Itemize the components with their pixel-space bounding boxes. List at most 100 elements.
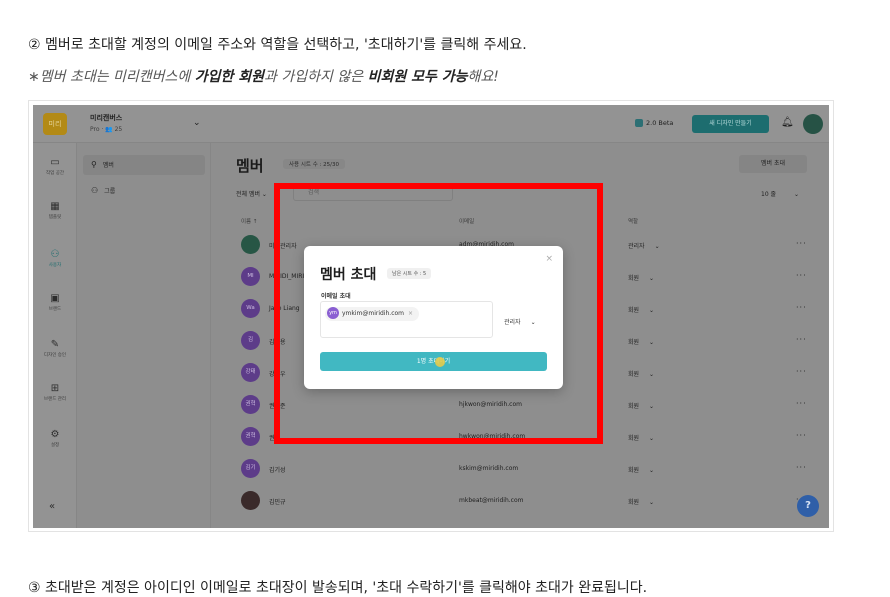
- chevron-down-icon: ⌄: [649, 403, 655, 410]
- rail-label: 브랜드 관리: [43, 397, 67, 402]
- more-icon[interactable]: ···: [796, 335, 807, 344]
- rail-item-brand-manage[interactable]: ⊞ 브랜드 관리: [33, 383, 77, 402]
- rail-label: 작업 공간: [46, 171, 64, 176]
- role-select[interactable]: 회원 ⌄: [628, 369, 654, 378]
- app-window: 미리 미리캔버스 Pro · 👥 25 ⌄ 2.0 Beta 새 디자인 만들기…: [33, 105, 829, 528]
- chevron-down-icon: ⌄: [261, 191, 267, 198]
- more-icon[interactable]: ···: [796, 431, 807, 440]
- rail-item-templates[interactable]: ▦ 템플릿: [33, 201, 77, 220]
- brand-icon: ▣: [50, 293, 60, 304]
- left-rail: ▭ 작업 공간 ▦ 템플릿 ⚇ 사용자 ▣ 브랜드 ✎ 디자인 승인 ⊞ 브랜드 관리 ⚙ 설…: [33, 143, 77, 528]
- role-value: 회원: [628, 339, 640, 346]
- rail-item-workspace[interactable]: ▭ 작업 공간: [33, 157, 77, 176]
- avatar: 권혁: [241, 395, 260, 414]
- chevron-down-icon[interactable]: ⌄: [193, 118, 201, 128]
- role-select[interactable]: 회원 ⌄: [628, 337, 654, 346]
- brand-manage-icon: ⊞: [50, 383, 60, 394]
- invite-member-button[interactable]: 멤버 초대: [739, 155, 807, 173]
- collapse-icon[interactable]: «: [49, 501, 55, 512]
- beta-toggle[interactable]: 2.0 Beta: [635, 119, 673, 127]
- workspace-logo[interactable]: 미리: [43, 113, 67, 135]
- gear-icon: ⚙: [50, 429, 60, 440]
- subnav-item-groups[interactable]: ⚇ 그룹: [83, 181, 205, 201]
- chevron-down-icon: ⌄: [793, 191, 800, 198]
- rail-item-users[interactable]: ⚇ 사용자: [33, 249, 77, 268]
- chevron-down-icon: ⌄: [649, 435, 655, 442]
- rail-item-brand[interactable]: ▣ 브랜드: [33, 293, 77, 312]
- avatar[interactable]: [803, 114, 823, 134]
- avatar: [241, 491, 260, 510]
- chevron-down-icon: ⌄: [649, 499, 655, 506]
- group-icon: ⚇: [91, 186, 99, 195]
- member-filter-select[interactable]: 전체 멤버 ⌄: [236, 189, 267, 198]
- more-icon[interactable]: ···: [796, 367, 807, 376]
- note-bold-members: 가입한 회원: [194, 69, 265, 85]
- rail-label: 템플릿: [48, 215, 62, 220]
- role-select[interactable]: 회원 ⌄: [628, 273, 654, 282]
- role-select[interactable]: 회원 ⌄: [628, 433, 654, 442]
- role-select[interactable]: 관리자 ⌄: [628, 241, 660, 250]
- role-value: 회원: [628, 499, 640, 506]
- subnav-label: 멤버: [102, 162, 114, 169]
- avatar: Wa: [241, 299, 260, 318]
- rail-label: 사용자: [48, 263, 62, 268]
- rail-label: 브랜드: [48, 307, 62, 312]
- role-select[interactable]: 회원 ⌄: [628, 401, 654, 410]
- rows-per-page-select[interactable]: 10 줄 ⌄: [761, 189, 799, 198]
- subnav-label: 그룹: [104, 188, 116, 195]
- avatar: 권혁: [241, 427, 260, 446]
- note-text: 과 가입하지 않은: [264, 69, 368, 85]
- role-value: 회원: [628, 371, 640, 378]
- workspace-name[interactable]: 미리캔버스: [90, 113, 122, 123]
- per-page-label: 10 줄: [761, 191, 777, 198]
- seat-badge: 사용 시트 수 : 25/30: [283, 159, 345, 169]
- note-bold-all: 비회원 모두 가능: [367, 69, 468, 85]
- member-email: kskim@miridih.com: [459, 465, 519, 472]
- bell-icon[interactable]: 🔔︎: [781, 117, 794, 128]
- workspace-plan: Pro · 👥 25: [90, 126, 123, 133]
- rail-item-approval[interactable]: ✎ 디자인 승인: [33, 339, 77, 358]
- help-button[interactable]: ?: [797, 495, 819, 517]
- rail-label: 설정: [50, 443, 60, 448]
- workspace-icon: ▭: [50, 157, 60, 168]
- more-icon[interactable]: ···: [796, 303, 807, 312]
- table-row[interactable]: 김민규mkbeat@miridih.com회원⌄···: [236, 485, 816, 517]
- member-email: mkbeat@miridih.com: [459, 497, 524, 504]
- more-icon[interactable]: ···: [796, 399, 807, 408]
- table-row[interactable]: 김기 김기성 kskim@miridih.com 회원 ⌄ ···: [236, 453, 816, 485]
- chevron-down-icon: ⌄: [654, 243, 660, 250]
- avatar: 강태: [241, 363, 260, 382]
- subnav-item-members[interactable]: ⚲ 멤버: [83, 155, 205, 175]
- member-name: 김기성: [269, 467, 286, 474]
- step-2-instruction: ② 멤버로 초대할 계정의 이메일 주소와 역할을 선택하고, '초대하기'를 …: [28, 37, 527, 53]
- more-icon[interactable]: ···: [796, 271, 807, 280]
- chevron-down-icon: ⌄: [649, 467, 655, 474]
- template-icon: ▦: [50, 201, 60, 212]
- role-select[interactable]: 회원 ⌄: [628, 305, 654, 314]
- role-select[interactable]: 회원 ⌄: [628, 497, 654, 506]
- chevron-down-icon: ⌄: [649, 371, 655, 378]
- new-design-button[interactable]: 새 디자인 만들기: [692, 115, 769, 133]
- role-value: 회원: [628, 307, 640, 314]
- role-value: 회원: [628, 467, 640, 474]
- screenshot-frame: 미리 미리캔버스 Pro · 👥 25 ⌄ 2.0 Beta 새 디자인 만들기…: [28, 100, 834, 532]
- avatar: 김: [241, 331, 260, 350]
- avatar: 김기: [241, 459, 260, 478]
- chevron-down-icon: ⌄: [649, 275, 655, 282]
- more-icon[interactable]: ···: [796, 239, 807, 248]
- chevron-down-icon: ⌄: [649, 307, 655, 314]
- role-value: 회원: [628, 403, 640, 410]
- role-value: 관리자: [628, 243, 645, 250]
- rail-item-settings[interactable]: ⚙ 설정: [33, 429, 77, 448]
- page-title: 멤버: [236, 157, 264, 175]
- role-value: 회원: [628, 275, 640, 282]
- avatar: [241, 235, 260, 254]
- sub-nav: ⚲ 멤버 ⚇ 그룹: [77, 143, 211, 528]
- more-icon[interactable]: ···: [796, 463, 807, 472]
- rail-label: 디자인 승인: [43, 353, 67, 358]
- col-header-name[interactable]: 이름 ↑: [241, 217, 257, 225]
- col-header-role: 역할: [628, 219, 639, 225]
- step-3-instruction: ③ 초대받은 계정은 아이디인 이메일로 초대장이 발송되며, '초대 수락하기…: [28, 580, 648, 596]
- role-select[interactable]: 회원 ⌄: [628, 465, 654, 474]
- note-text: 해요!: [467, 69, 499, 85]
